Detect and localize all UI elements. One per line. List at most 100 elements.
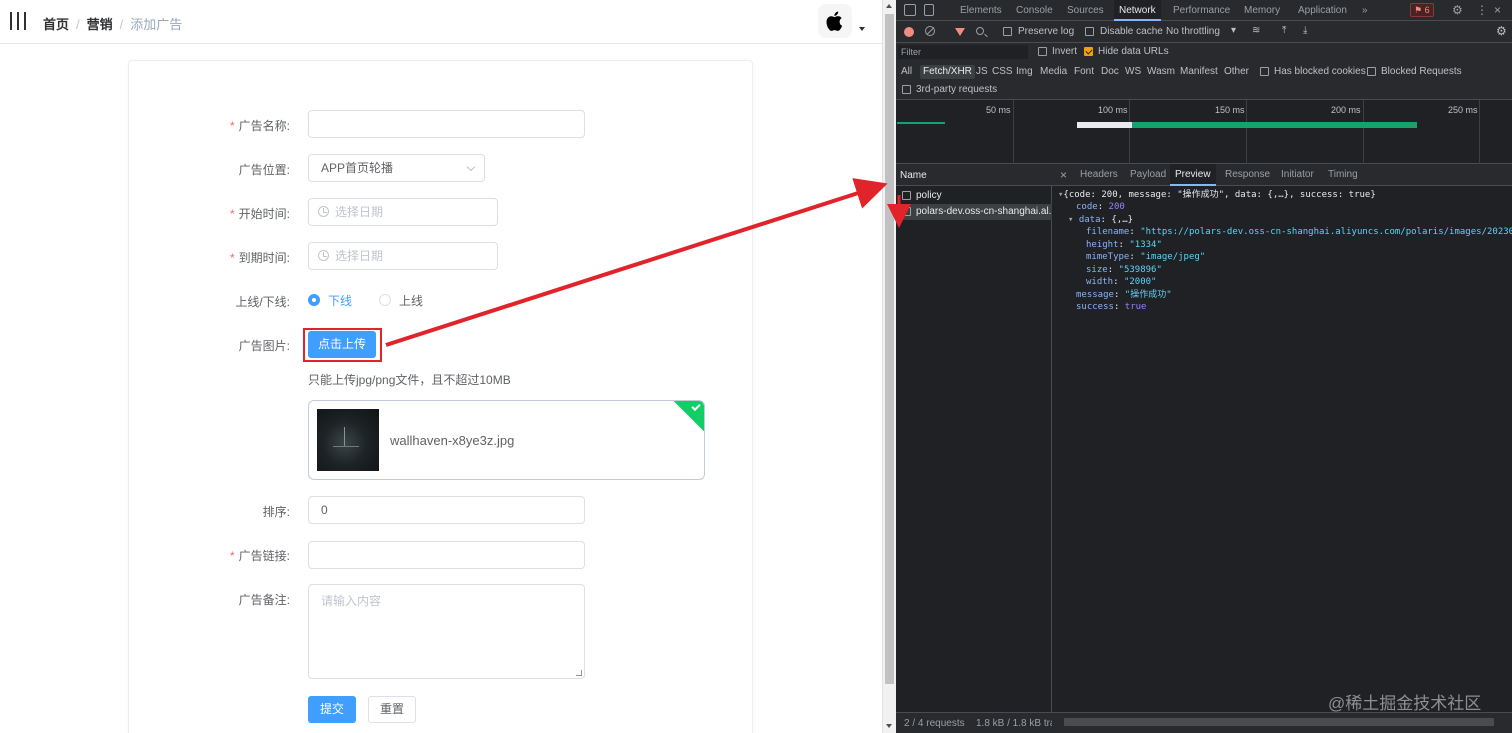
import-har-icon[interactable]: ⤒: [1282, 25, 1286, 36]
type-css[interactable]: CSS: [992, 65, 1013, 79]
timeline-bar-policy: [897, 122, 945, 124]
resize-handle-icon[interactable]: [576, 670, 582, 676]
tab-response[interactable]: Response: [1225, 164, 1270, 186]
tab-headers[interactable]: Headers: [1080, 164, 1118, 186]
tab-console[interactable]: Console: [1016, 0, 1053, 21]
preserve-log-checkbox[interactable]: [1003, 27, 1012, 36]
ad-remark-label: 广告备注:: [238, 593, 290, 607]
type-manifest[interactable]: Manifest: [1180, 65, 1218, 79]
start-date-placeholder: 选择日期: [335, 205, 384, 219]
timeline-label-50: 50 ms: [986, 105, 1011, 115]
caret-down-icon[interactable]: ▾: [1231, 25, 1236, 36]
tab-sources[interactable]: Sources: [1067, 0, 1104, 21]
more-tabs-icon[interactable]: »: [1362, 0, 1368, 21]
avatar[interactable]: [818, 4, 852, 38]
tab-preview[interactable]: Preview: [1170, 164, 1216, 186]
record-icon[interactable]: [904, 27, 914, 37]
request-row-policy[interactable]: policy: [896, 188, 1052, 204]
blocked-requests-label: Blocked Requests: [1381, 66, 1462, 77]
breadcrumb: 首页 / 营销 / 添加广告: [43, 14, 182, 33]
network-conditions-icon[interactable]: ≋: [1252, 25, 1260, 36]
type-wasm[interactable]: Wasm: [1147, 65, 1175, 79]
preview-horizontal-scrollbar[interactable]: [1064, 718, 1494, 726]
top-navbar: 首页 / 营销 / 添加广告: [0, 0, 882, 44]
breadcrumb-home[interactable]: 首页: [43, 17, 69, 32]
preview-success: success: true: [1076, 302, 1147, 312]
breadcrumb-current: 添加广告: [130, 17, 183, 32]
issues-badge[interactable]: ⚑ 6: [1410, 3, 1434, 17]
blocked-requests-checkbox[interactable]: [1367, 67, 1376, 76]
type-doc[interactable]: Doc: [1101, 65, 1119, 79]
has-blocked-cookies-label: Has blocked cookies: [1274, 66, 1366, 77]
hide-data-urls-checkbox[interactable]: [1084, 47, 1093, 56]
tab-initiator[interactable]: Initiator: [1281, 164, 1314, 186]
type-img[interactable]: Img: [1016, 65, 1033, 79]
kebab-menu-icon[interactable]: ⋮: [1476, 0, 1488, 21]
annotation-highlight-box: [303, 328, 382, 362]
timeline-label-100: 100 ms: [1098, 105, 1128, 115]
hamburger-menu-icon[interactable]: [10, 12, 26, 30]
type-all[interactable]: All: [901, 65, 912, 79]
scroll-down-arrow-icon[interactable]: [886, 724, 892, 728]
sort-input[interactable]: 0: [308, 496, 585, 524]
preview-root[interactable]: ▾{code: 200, message: "操作成功", data: {,…}…: [1058, 189, 1376, 202]
page-scrollbar-thumb[interactable]: [885, 14, 894, 684]
uploaded-file-card[interactable]: wallhaven-x8ye3z.jpg: [308, 400, 705, 480]
throttling-select[interactable]: No throttling: [1166, 26, 1220, 37]
tab-elements[interactable]: Elements: [960, 0, 1002, 21]
inspect-element-icon[interactable]: [904, 4, 916, 16]
tab-application[interactable]: Application: [1298, 0, 1347, 21]
type-js[interactable]: JS: [976, 65, 988, 79]
type-media[interactable]: Media: [1040, 65, 1067, 79]
export-har-icon[interactable]: ⤓: [1303, 25, 1307, 36]
tab-network[interactable]: Network: [1114, 0, 1161, 21]
submit-button[interactable]: 提交: [308, 696, 356, 723]
preview-data[interactable]: ▾ data: {,…}: [1068, 214, 1133, 227]
avatar-dropdown-caret-icon[interactable]: [859, 27, 865, 31]
ad-name-input[interactable]: [308, 110, 585, 138]
third-party-checkbox[interactable]: [902, 85, 911, 94]
tab-performance[interactable]: Performance: [1173, 0, 1230, 21]
chevron-down-icon: [466, 162, 476, 172]
type-ws[interactable]: WS: [1125, 65, 1141, 79]
gear-icon[interactable]: ⚙: [1452, 0, 1463, 21]
ad-position-select[interactable]: APP首页轮播: [308, 154, 485, 182]
tab-payload[interactable]: Payload: [1130, 164, 1166, 186]
preview-code: code: 200: [1076, 202, 1125, 212]
network-settings-gear-icon[interactable]: ⚙: [1496, 24, 1507, 38]
type-font[interactable]: Font: [1074, 65, 1094, 79]
end-date-picker[interactable]: 选择日期: [308, 242, 498, 270]
scroll-up-arrow-icon[interactable]: [886, 4, 892, 8]
has-blocked-cookies-checkbox[interactable]: [1260, 67, 1269, 76]
search-icon[interactable]: [976, 27, 984, 35]
name-column-header[interactable]: Name: [900, 170, 927, 181]
preview-size: size: "539896": [1086, 265, 1162, 275]
request-row-oss-upload[interactable]: polars-dev.oss-cn-shanghai.al...: [896, 204, 1052, 220]
start-date-picker[interactable]: 选择日期: [308, 198, 498, 226]
breadcrumb-marketing[interactable]: 营销: [87, 17, 113, 32]
ad-link-label: * 广告链接:: [229, 549, 290, 563]
filter-icon[interactable]: [955, 28, 965, 36]
radio-online[interactable]: 上线: [379, 292, 423, 308]
type-other[interactable]: Other: [1224, 65, 1249, 79]
invert-checkbox[interactable]: [1038, 47, 1047, 56]
close-detail-icon[interactable]: ×: [1060, 164, 1067, 186]
filter-input[interactable]: Filter: [898, 45, 1028, 59]
request-detail-pane: × Headers Payload Preview Response Initi…: [1052, 164, 1512, 712]
end-date-placeholder: 选择日期: [335, 249, 384, 263]
hide-data-urls-label: Hide data URLs: [1098, 46, 1169, 57]
type-fetch-xhr[interactable]: Fetch/XHR: [920, 65, 975, 79]
tab-memory[interactable]: Memory: [1244, 0, 1280, 21]
ad-link-input[interactable]: [308, 541, 585, 569]
disable-cache-checkbox[interactable]: [1085, 27, 1094, 36]
close-icon[interactable]: ×: [1494, 0, 1501, 21]
tab-timing[interactable]: Timing: [1328, 164, 1358, 186]
radio-offline[interactable]: 下线: [308, 292, 352, 308]
network-timeline-overview[interactable]: 50 ms 100 ms 150 ms 200 ms 250 ms: [896, 100, 1512, 164]
device-toolbar-icon[interactable]: [924, 4, 934, 16]
clear-icon[interactable]: [925, 26, 935, 36]
reset-button[interactable]: 重置: [368, 696, 416, 723]
devtools-tab-bar: Elements Console Sources Network Perform…: [896, 0, 1512, 21]
ad-remark-textarea[interactable]: 请输入内容: [308, 584, 585, 679]
ad-position-label: 广告位置:: [238, 163, 290, 177]
